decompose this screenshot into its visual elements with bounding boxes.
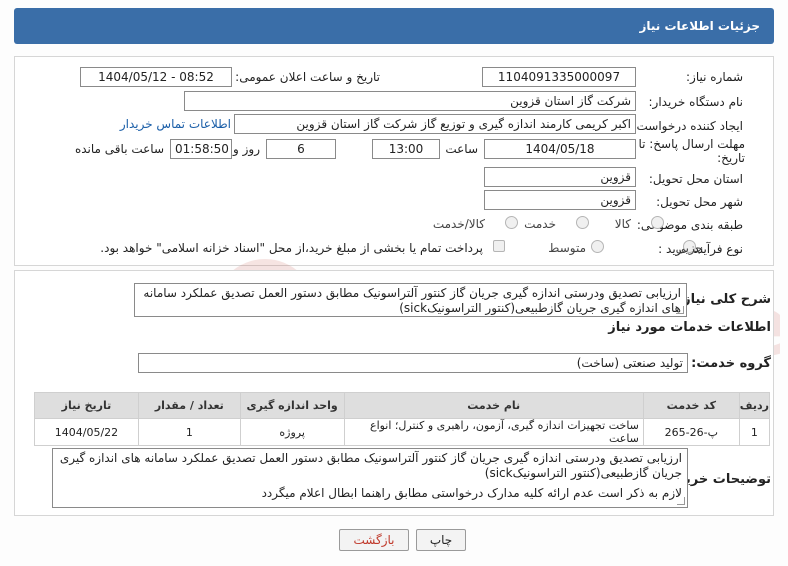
table-header-row: ردیف کد خدمت نام خدمت واحد اندازه گیری ت… — [34, 392, 771, 419]
category-goods-label: کالا — [614, 217, 631, 231]
page: جزئیات اطلاعات نیاز شماره نیاز: 11040913… — [0, 0, 788, 566]
category-goods-service-label: کالا/خدمت — [432, 217, 485, 231]
treasury-payment-checkbox[interactable] — [493, 240, 505, 252]
services-table: ردیف کد خدمت نام خدمت واحد اندازه گیری ت… — [34, 392, 771, 446]
col-header-unit: واحد اندازه گیری — [239, 392, 345, 419]
process-minor-label: جزیی — [675, 241, 703, 255]
cell-service-code: پ-26-265 — [642, 418, 740, 446]
buyer-notes-textarea: ارزیابی تصدیق ودرستی اندازه گیری جریان گ… — [52, 448, 688, 508]
remaining-days-field: 6 — [266, 139, 336, 159]
creator-field: اکبر کریمی کارمند اندازه گیری و توزیع گا… — [234, 114, 636, 134]
category-service-label: خدمت — [524, 217, 556, 231]
buyer-contact-link[interactable]: اطلاعات تماس خریدار — [120, 117, 231, 131]
table-row: 1 پ-26-265 ساخت تجهیزات اندازه گیری، آزم… — [34, 418, 771, 446]
need-number-label: شماره نیاز: — [686, 70, 743, 84]
city-field: قزوین — [484, 190, 636, 210]
buyer-name-field: شرکت گاز استان قزوین — [184, 91, 636, 111]
back-button[interactable]: بازگشت — [339, 529, 409, 551]
treasury-payment-note: پرداخت تمام یا بخشی از مبلغ خرید،از محل … — [100, 241, 483, 255]
need-number-field: 1104091335000097 — [482, 67, 636, 87]
remaining-time-field: 01:58:50 — [170, 139, 232, 159]
cell-row-number: 1 — [738, 418, 771, 446]
buyer-name-label: نام دستگاه خریدار: — [648, 95, 744, 109]
creator-label: ایجاد کننده درخواست: — [632, 119, 743, 133]
services-section-title: اطلاعات خدمات مورد نیاز — [608, 320, 771, 335]
province-field: قزوین — [484, 167, 636, 187]
announce-datetime-field: 1404/05/12 - 08:52 — [80, 67, 232, 87]
process-medium-label: متوسط — [548, 241, 586, 255]
process-medium-radio[interactable] — [591, 240, 604, 253]
buyer-notes-line-1: ارزیابی تصدیق ودرستی اندازه گیری جریان گ… — [59, 451, 682, 480]
col-header-row-number: ردیف — [738, 392, 771, 419]
cell-unit: پروژه — [239, 418, 345, 446]
need-info-section — [14, 56, 774, 266]
col-header-service-code: کد خدمت — [642, 392, 740, 419]
summary-textarea: ارزیابی تصدیق ودرستی اندازه گیری جریان گ… — [134, 283, 687, 317]
category-goods-radio[interactable] — [651, 216, 664, 229]
summary-text: ارزیابی تصدیق ودرستی اندازه گیری جریان گ… — [143, 286, 681, 315]
col-header-quantity: تعداد / مقدار — [137, 392, 241, 419]
category-goods-service-radio[interactable] — [505, 216, 518, 229]
summary-label: شرح کلی نیاز: — [677, 292, 771, 307]
deadline-date-label: تاریخ: — [717, 151, 745, 165]
resize-grip-icon[interactable] — [677, 497, 685, 505]
deadline-time-label: ساعت — [445, 142, 478, 156]
deadline-label: مهلت ارسال پاسخ: تا — [638, 137, 745, 151]
resize-grip-icon[interactable] — [676, 306, 684, 314]
category-service-radio[interactable] — [576, 216, 589, 229]
deadline-date-field: 1404/05/18 — [484, 139, 636, 159]
cell-quantity: 1 — [137, 418, 241, 446]
cell-need-date: 1404/05/22 — [34, 418, 139, 446]
service-group-field: تولید صنعتی (ساخت) — [138, 353, 688, 373]
province-label: استان محل تحویل: — [648, 172, 743, 186]
page-title: جزئیات اطلاعات نیاز — [14, 8, 774, 44]
service-group-label: گروه خدمت: — [691, 356, 771, 371]
col-header-need-date: تاریخ نیاز — [34, 392, 139, 419]
announce-datetime-label: تاریخ و ساعت اعلان عمومی: — [235, 70, 380, 84]
remaining-time-label: ساعت باقی مانده — [74, 142, 164, 156]
cell-service-name: ساخت تجهیزات اندازه گیری، آزمون، راهبری … — [343, 418, 644, 446]
deadline-time-field: 13:00 — [372, 139, 440, 159]
print-button[interactable]: چاپ — [416, 529, 466, 551]
remaining-days-label: روز و — [233, 142, 260, 156]
city-label: شهر محل تحویل: — [656, 195, 743, 209]
col-header-service-name: نام خدمت — [343, 392, 644, 419]
buyer-notes-line-2: لازم به ذکر است عدم ارائه کلیه مدارک درخ… — [261, 486, 682, 500]
